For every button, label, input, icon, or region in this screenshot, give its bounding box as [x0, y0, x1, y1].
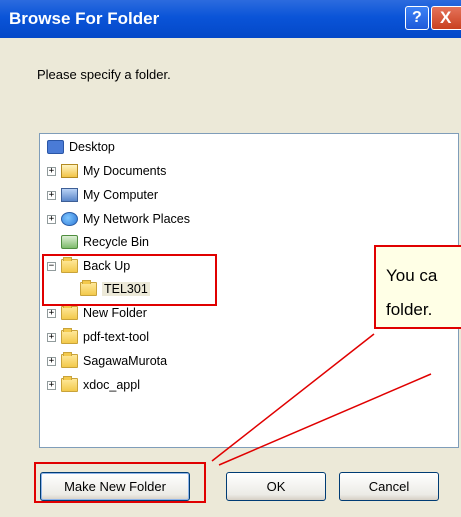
cancel-button[interactable]: Cancel [339, 472, 439, 501]
annotation-highlight-make-new-folder [34, 462, 206, 503]
callout-text-line1: You ca [386, 266, 438, 285]
callout-text-line2: folder. [386, 300, 433, 319]
ok-button[interactable]: OK [226, 472, 326, 501]
